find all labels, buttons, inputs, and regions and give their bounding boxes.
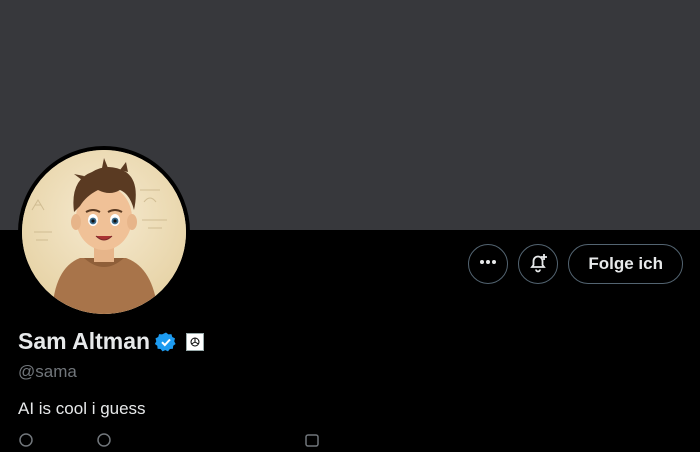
openai-logo-icon[interactable] bbox=[186, 332, 205, 351]
profile-name-row: Sam Altman bbox=[18, 328, 205, 355]
follow-label: Folge ich bbox=[588, 254, 663, 273]
follow-button[interactable]: Folge ich bbox=[568, 244, 683, 284]
more-icon bbox=[478, 252, 498, 277]
notifications-button[interactable] bbox=[518, 244, 559, 284]
location-icon bbox=[18, 432, 34, 452]
calendar-icon bbox=[304, 432, 320, 452]
profile-handle: @sama bbox=[18, 362, 77, 381]
profile-meta-row bbox=[18, 432, 320, 452]
more-button[interactable] bbox=[468, 244, 509, 284]
profile-actions: Folge ich bbox=[468, 244, 683, 284]
profile-bio: AI is cool i guess bbox=[18, 399, 146, 418]
verified-badge-icon[interactable] bbox=[155, 331, 177, 353]
link-icon[interactable] bbox=[96, 432, 112, 452]
profile-name: Sam Altman bbox=[18, 328, 151, 354]
bell-plus-icon bbox=[527, 251, 549, 278]
profile-avatar[interactable] bbox=[18, 146, 190, 318]
